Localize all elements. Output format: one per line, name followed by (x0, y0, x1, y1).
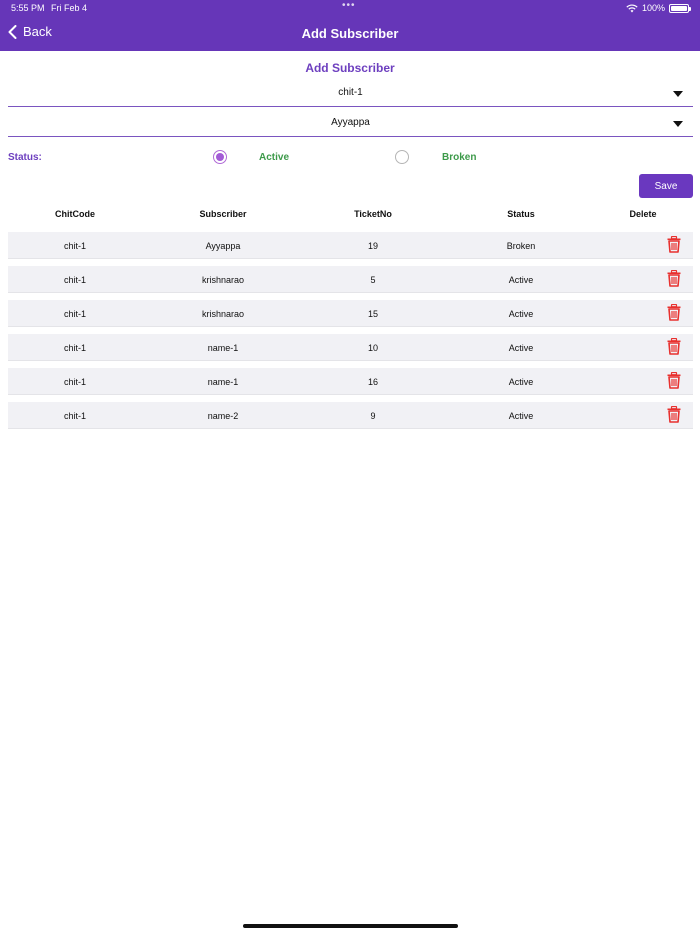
battery-percent: 100% (641, 3, 665, 13)
cell-ticketno: 9 (370, 411, 376, 421)
cell-chitcode: chit-1 (63, 377, 86, 387)
cell-subscriber: name-2 (207, 411, 239, 421)
table-header: ChitCode Subscriber TicketNo Status Dele… (8, 209, 693, 223)
wifi-icon (626, 3, 638, 12)
status-date: Fri Feb 4 (51, 3, 88, 13)
trash-icon[interactable] (667, 338, 681, 355)
cell-ticketno: 16 (367, 377, 378, 387)
header-chitcode: ChitCode (55, 209, 95, 219)
caret-down-icon (673, 121, 683, 127)
active-radio[interactable] (213, 150, 227, 164)
cell-ticketno: 10 (367, 343, 378, 353)
form-title: Add Subscriber (305, 61, 395, 75)
save-button[interactable]: Save (639, 174, 693, 198)
table-row: chit-1 name-2 9 Active (8, 402, 693, 429)
status-time: 5:55 PM (11, 3, 45, 13)
cell-status: Active (508, 275, 534, 285)
status-label: Status: (8, 152, 42, 163)
cell-chitcode: chit-1 (63, 309, 86, 319)
trash-icon[interactable] (667, 270, 681, 287)
status-right: 100% (626, 3, 691, 13)
table-row: chit-1 name-1 16 Active (8, 368, 693, 395)
cell-subscriber: name-1 (207, 343, 239, 353)
cell-chitcode: chit-1 (63, 241, 86, 251)
navigation-bar: 5:55 PM Fri Feb 4 ••• 100% Back Add Subs… (0, 0, 700, 51)
cell-chitcode: chit-1 (63, 411, 86, 421)
cell-ticketno: 15 (367, 309, 378, 319)
header-subscriber: Subscriber (199, 209, 247, 219)
nav-title: Add Subscriber (301, 26, 399, 41)
cell-status: Active (508, 377, 534, 387)
cell-status: Active (508, 343, 534, 353)
caret-down-icon (673, 91, 683, 97)
cell-status: Active (508, 411, 534, 421)
cell-ticketno: 5 (370, 275, 376, 285)
broken-radio-label[interactable]: Broken (442, 152, 476, 163)
header-status: Status (507, 209, 535, 219)
table-row: chit-1 name-1 10 Active (8, 334, 693, 361)
trash-icon[interactable] (667, 406, 681, 423)
battery-icon (669, 3, 691, 13)
subscriber-dropdown-value: Ayyappa (331, 117, 370, 128)
table-row: chit-1 Ayyappa 19 Broken (8, 232, 693, 259)
chit-dropdown-value: chit-1 (338, 87, 363, 98)
cell-subscriber: Ayyappa (205, 241, 241, 251)
cell-status: Broken (506, 241, 536, 251)
cell-chitcode: chit-1 (63, 343, 86, 353)
chit-dropdown[interactable]: chit-1 (8, 79, 693, 107)
cell-subscriber: name-1 (207, 377, 239, 387)
cell-ticketno: 19 (367, 241, 378, 251)
cell-chitcode: chit-1 (63, 275, 86, 285)
trash-icon[interactable] (667, 236, 681, 253)
header-delete: Delete (629, 209, 657, 219)
cell-subscriber: krishnarao (201, 275, 245, 285)
home-indicator (243, 924, 458, 928)
table-row: chit-1 krishnarao 5 Active (8, 266, 693, 293)
active-radio-label[interactable]: Active (259, 152, 289, 163)
cell-status: Active (508, 309, 534, 319)
broken-radio[interactable] (395, 150, 409, 164)
header-ticketno: TicketNo (354, 209, 392, 219)
multitasking-dots-icon: ••• (342, 0, 356, 11)
cell-subscriber: krishnarao (201, 309, 245, 319)
table-row: chit-1 krishnarao 15 Active (8, 300, 693, 327)
trash-icon[interactable] (667, 304, 681, 321)
trash-icon[interactable] (667, 372, 681, 389)
status-bar: 5:55 PM Fri Feb 4 ••• 100% (0, 0, 700, 16)
subscriber-dropdown[interactable]: Ayyappa (8, 109, 693, 137)
